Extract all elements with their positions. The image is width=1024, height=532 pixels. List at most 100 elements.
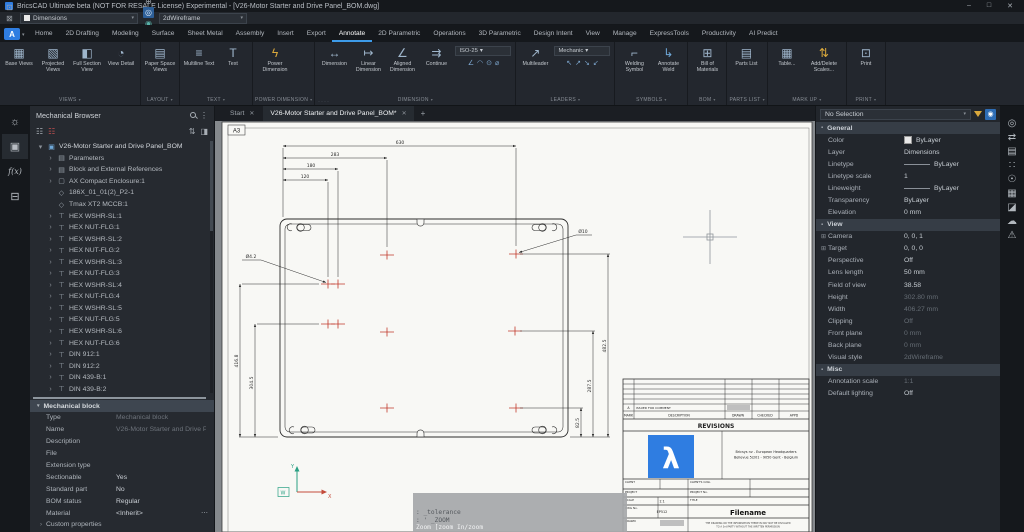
linear-dimension-button[interactable]: Linear Dimension bbox=[351, 43, 385, 94]
expand-arrow-icon[interactable]: › bbox=[47, 293, 54, 300]
property-row[interactable]: Width 406.27 mm bbox=[816, 303, 1000, 315]
filter-tree-icon[interactable] bbox=[36, 127, 43, 136]
property-row[interactable]: Lineweight ByLayer bbox=[816, 182, 1000, 194]
leader-remove-icon[interactable] bbox=[575, 59, 581, 67]
block-property-row[interactable]: Name V26-Motor Starter and Drive Panel_B… bbox=[30, 424, 214, 436]
maximize-button[interactable]: □ bbox=[987, 2, 991, 10]
block-property-row[interactable]: Extension type bbox=[30, 460, 214, 472]
block-property-row[interactable]: File bbox=[30, 448, 214, 460]
ribbon-tab[interactable]: Operations bbox=[427, 26, 472, 42]
property-row[interactable]: Linetype ByLayer bbox=[816, 158, 1000, 170]
property-row[interactable]: Lens length 50 mm bbox=[816, 267, 1000, 279]
property-value[interactable]: Dimensions bbox=[904, 149, 996, 156]
paper-space-views-button[interactable]: Paper Space Views bbox=[143, 43, 177, 94]
base-views-button[interactable]: Base Views bbox=[2, 43, 36, 94]
ribbon-tab[interactable]: Design Intent bbox=[527, 26, 579, 42]
dimension-button[interactable]: Dimension bbox=[317, 43, 351, 94]
property-value[interactable]: ByLayer bbox=[904, 197, 996, 204]
property-row[interactable]: Visual style 2dWireframe bbox=[816, 352, 1000, 364]
leader-add-icon[interactable] bbox=[566, 59, 572, 67]
ribbon-tab[interactable]: AI Predict bbox=[742, 26, 784, 42]
full-section-view-button[interactable]: Full Section View bbox=[70, 43, 104, 94]
property-row[interactable]: Front plane 0 mm bbox=[816, 327, 1000, 339]
ribbon-tab[interactable]: Home bbox=[29, 26, 60, 42]
property-row[interactable]: Default lighting Off bbox=[816, 388, 1000, 400]
tree-item[interactable]: › HEX NUT-FLG:5 bbox=[30, 314, 214, 326]
ribbon-tab[interactable]: 2D Parametric bbox=[372, 26, 427, 42]
minimize-button[interactable]: – bbox=[967, 2, 971, 10]
tree-item[interactable]: Tmax XT2 MCCB:1 bbox=[30, 199, 214, 211]
new-tab-button[interactable]: + bbox=[416, 109, 431, 118]
mechanical-block-section-header[interactable]: ▾ Mechanical block bbox=[30, 400, 214, 412]
properties-icon[interactable] bbox=[1004, 116, 1020, 130]
command-line-overlay[interactable]: : _tolerance: ' _ZOOMZoom [zoom In/zoomO… bbox=[413, 493, 627, 532]
property-value[interactable]: 2dWireframe bbox=[904, 354, 996, 361]
property-value[interactable]: 0, 0, 1 bbox=[904, 233, 996, 240]
property-value[interactable]: 0, 0, 0 bbox=[904, 245, 996, 252]
layers-icon[interactable] bbox=[1004, 144, 1020, 158]
ribbon-tab[interactable]: Export bbox=[300, 26, 332, 42]
expand-arrow-icon[interactable]: › bbox=[47, 363, 54, 370]
osnap-icon[interactable] bbox=[143, 0, 154, 7]
arc-dimension-icon[interactable] bbox=[477, 59, 483, 67]
bricscad-logo-icon[interactable]: A bbox=[4, 28, 20, 40]
block-property-row[interactable]: BOM status Regular bbox=[30, 495, 214, 507]
tree-item[interactable]: › HEX WSHR-SL:2 bbox=[30, 233, 214, 245]
table-button[interactable]: Table... bbox=[770, 43, 804, 94]
tree-item[interactable]: › DIN 439-B:1 bbox=[30, 372, 214, 384]
power-dimension-button[interactable]: Power Dimension bbox=[255, 43, 295, 94]
ribbon-tab[interactable]: Sheet Metal bbox=[181, 26, 229, 42]
leader-collect-icon[interactable] bbox=[593, 59, 599, 67]
expand-arrow-icon[interactable]: › bbox=[47, 316, 54, 323]
property-row[interactable]: ⊞ Camera 0, 0, 1 bbox=[816, 231, 1000, 243]
block-property-row[interactable]: Material <Inherit> ⋯ bbox=[30, 507, 214, 519]
ribbon-tab[interactable]: Assembly bbox=[229, 26, 271, 42]
property-value[interactable]: ByLayer bbox=[904, 161, 996, 168]
render-icon[interactable] bbox=[1004, 200, 1020, 214]
property-value[interactable]: ByLayer bbox=[904, 136, 996, 144]
search-icon[interactable] bbox=[190, 112, 196, 118]
property-row[interactable]: Layer Dimensions bbox=[816, 146, 1000, 158]
tree-item[interactable]: › HEX NUT-FLG:6 bbox=[30, 337, 214, 349]
ribbon-tab[interactable]: Manage bbox=[606, 26, 643, 42]
radius-dimension-icon[interactable] bbox=[486, 59, 492, 67]
ribbon-tab[interactable]: Insert bbox=[271, 26, 301, 42]
ribbon-drag-handle[interactable]: ···· bbox=[318, 99, 330, 105]
layer-dropdown[interactable]: Dimensions ▾ bbox=[20, 12, 138, 24]
fx-icon[interactable] bbox=[2, 159, 28, 184]
property-value[interactable]: 0 mm bbox=[904, 330, 996, 337]
tree-item[interactable]: › HEX WSHR-SL:4 bbox=[30, 280, 214, 292]
expand-arrow-icon[interactable]: › bbox=[47, 155, 54, 162]
ribbon-tab[interactable]: 2D Drafting bbox=[59, 26, 105, 42]
property-row[interactable]: Field of view 38.58 bbox=[816, 279, 1000, 291]
property-value[interactable]: ByLayer bbox=[904, 185, 996, 192]
property-value[interactable]: 406.27 mm bbox=[904, 306, 996, 313]
filter-icon[interactable] bbox=[974, 111, 982, 117]
tree-item[interactable]: › DIN 439-B:2 bbox=[30, 383, 214, 395]
property-row[interactable]: Back plane 0 mm bbox=[816, 340, 1000, 352]
ribbon-tab[interactable]: View bbox=[579, 26, 606, 42]
expand-arrow-icon[interactable]: › bbox=[47, 340, 54, 347]
welding-symbol-button[interactable]: Welding Symbol bbox=[617, 43, 651, 94]
property-value[interactable]: 1:1 bbox=[904, 378, 996, 385]
section-header-misc[interactable]: ▪ Misc bbox=[816, 363, 1000, 376]
ribbon-tab[interactable]: Annotate bbox=[332, 26, 372, 42]
expand-arrow-icon[interactable]: › bbox=[47, 374, 54, 381]
structure-icon[interactable] bbox=[2, 184, 28, 209]
tree-item[interactable]: › HEX WSHR-SL:5 bbox=[30, 303, 214, 315]
property-value[interactable]: 38.58 bbox=[904, 282, 996, 289]
contrast-icon[interactable] bbox=[200, 127, 208, 136]
expand-arrow-icon[interactable]: › bbox=[47, 213, 54, 220]
leader-align-icon[interactable] bbox=[584, 59, 590, 67]
chevron-down-icon[interactable]: ▾ bbox=[22, 32, 25, 38]
ribbon-tab[interactable]: Productivity bbox=[695, 26, 742, 42]
expand-arrow-icon[interactable]: › bbox=[47, 166, 54, 173]
text-button[interactable]: Text bbox=[216, 43, 250, 94]
multileader-style-dropdown[interactable]: Mechanic ▾ bbox=[554, 46, 611, 56]
drawing-canvas[interactable]: A3 630 283 180 120 416.8 304.5 482.5 287… bbox=[215, 121, 815, 532]
property-row[interactable]: Color ByLayer bbox=[816, 134, 1000, 146]
property-value[interactable]: 1 bbox=[904, 173, 996, 180]
annotate-weld-button[interactable]: Annotate Weld bbox=[651, 43, 685, 94]
tree-item[interactable]: › HEX NUT-FLG:4 bbox=[30, 291, 214, 303]
selection-dropdown[interactable]: No Selection ▾ bbox=[820, 108, 971, 120]
